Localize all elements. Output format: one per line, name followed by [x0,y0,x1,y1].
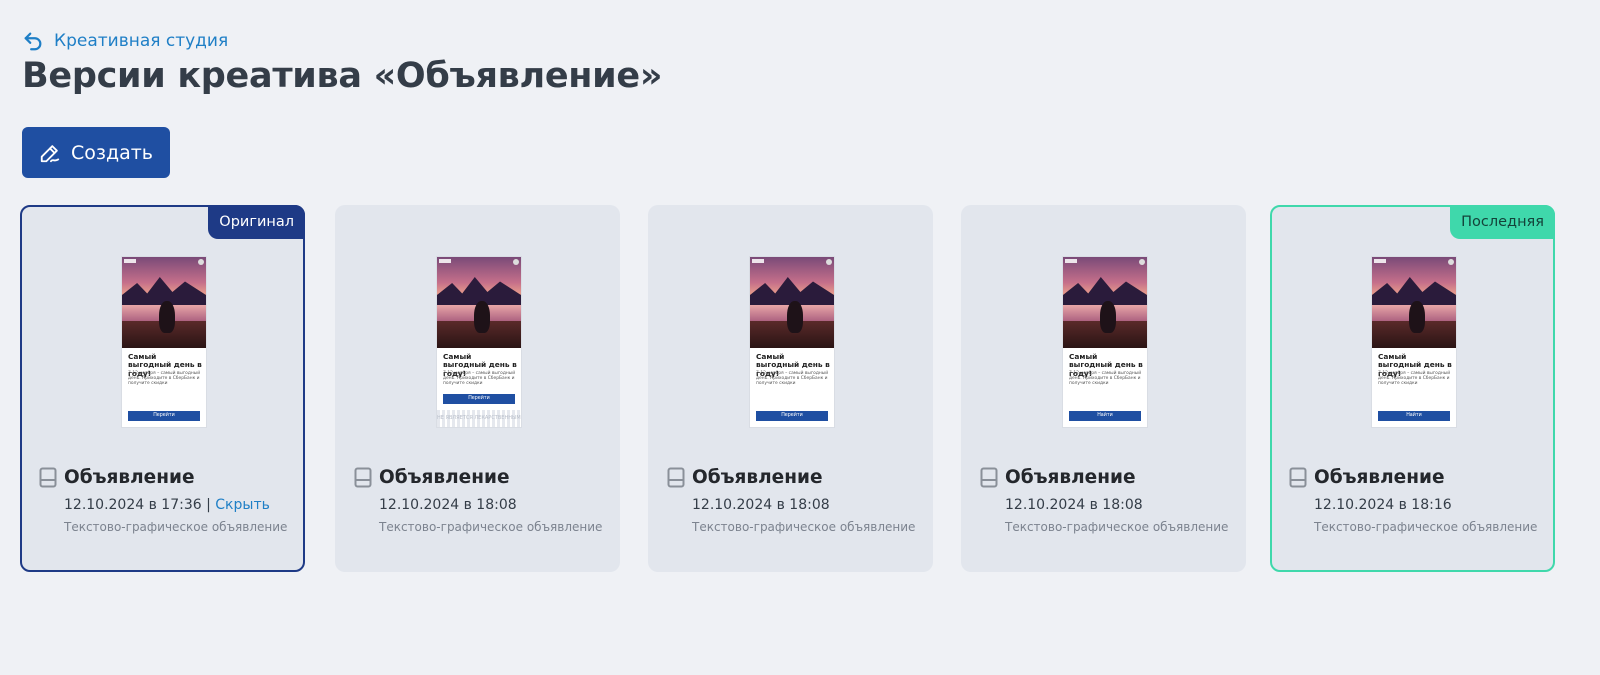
creative-type: Текстово-графическое объявление [1314,520,1538,534]
creative-name: Объявление [379,467,510,488]
page-title: Версии креатива «Объявление» [22,56,663,96]
creative-preview: Самый выгодный день в году! 7-12 ноября … [750,257,834,427]
preview-button: Перейти [128,411,200,421]
creative-name: Объявление [1005,467,1136,488]
close-icon [1139,259,1145,265]
preview-image [1372,257,1456,348]
creative-name: Объявление [1314,467,1445,488]
version-date: 12.10.2024 в 18:08 [692,497,830,513]
card-info: Объявление 12.10.2024 в 18:08 Текстово-г… [980,467,1235,534]
version-card[interactable]: Самый выгодный день в году! 7-12 ноября … [648,205,933,572]
document-icon [354,467,372,488]
document-icon [1289,467,1307,488]
preview-image [1063,257,1147,348]
back-link-label: Креативная студия [54,31,229,51]
card-info: Объявление 12.10.2024 в 18:08 Текстово-г… [667,467,922,534]
preview-image [750,257,834,348]
preview-text: 7-12 ноября – самый выгодный день. Прихо… [128,371,201,387]
preview-text: 7-12 ноября – самый выгодный день. Прихо… [1069,371,1142,387]
original-badge: Оригинал [208,205,305,239]
creative-type: Текстово-графическое объявление [379,520,603,534]
create-button[interactable]: Создать [22,127,170,178]
preview-image [437,257,521,348]
close-icon [198,259,204,265]
card-info: Объявление 12.10.2024 в 17:36 | Скрыть Т… [39,467,294,534]
logo-icon [124,259,136,263]
version-card[interactable]: Самый выгодный день в году! 7-12 ноября … [961,205,1246,572]
preview-legal-text: НЕ ЯВЛЯЕТСЯ ЛЕКАРСТВЕННЫМ СРЕДСТВОМ [437,410,521,427]
hide-link[interactable]: Скрыть [215,497,270,513]
creative-preview: Самый выгодный день в году! 7-12 ноября … [1372,257,1456,427]
creative-preview: Самый выгодный день в году! 7-12 ноября … [1063,257,1147,427]
latest-badge: Последняя [1450,205,1555,239]
preview-image [122,257,206,348]
preview-text: 7-12 ноября – самый выгодный день. Прихо… [1378,371,1451,387]
pen-edit-icon [40,144,60,162]
create-button-label: Создать [70,141,154,164]
separator: | [206,497,211,513]
creative-type: Текстово-графическое объявление [692,520,916,534]
close-icon [1448,259,1454,265]
creative-preview: Самый выгодный день в году! 7-12 ноября … [437,257,521,427]
close-icon [513,259,519,265]
preview-text: 7-12 ноября – самый выгодный день. Прихо… [756,371,829,387]
logo-icon [439,259,451,263]
close-icon [826,259,832,265]
logo-icon [1374,259,1386,263]
creative-type: Текстово-графическое объявление [1005,520,1229,534]
logo-icon [752,259,764,263]
preview-text: 7-12 ноября – самый выгодный день. Прихо… [443,371,516,387]
version-card-latest[interactable]: Последняя Самый выгодный день в году! 7-… [1270,205,1555,572]
version-card-original[interactable]: Оригинал Самый выгодный день в году! 7-1… [20,205,305,572]
version-date: 12.10.2024 в 18:16 [1314,497,1452,513]
creative-type: Текстово-графическое объявление [64,520,288,534]
logo-icon [1065,259,1077,263]
version-date: 12.10.2024 в 18:08 [379,497,517,513]
document-icon [980,467,998,488]
version-card[interactable]: Самый выгодный день в году! 7-12 ноября … [335,205,620,572]
document-icon [667,467,685,488]
card-info: Объявление 12.10.2024 в 18:16 Текстово-г… [1289,467,1544,534]
undo-arrow-icon [24,32,42,51]
preview-button: Перейти [756,411,828,421]
document-icon [39,467,57,488]
card-info: Объявление 12.10.2024 в 18:08 Текстово-г… [354,467,609,534]
preview-button: Перейти [443,394,515,404]
creative-preview: Самый выгодный день в году! 7-12 ноября … [122,257,206,427]
back-link[interactable]: Креативная студия [22,30,228,52]
preview-button: Найти [1378,411,1450,421]
preview-button: Найти [1069,411,1141,421]
version-date: 12.10.2024 в 18:08 [1005,497,1143,513]
version-date: 12.10.2024 в 17:36 [64,497,202,513]
creative-name: Объявление [692,467,823,488]
creative-name: Объявление [64,467,195,488]
